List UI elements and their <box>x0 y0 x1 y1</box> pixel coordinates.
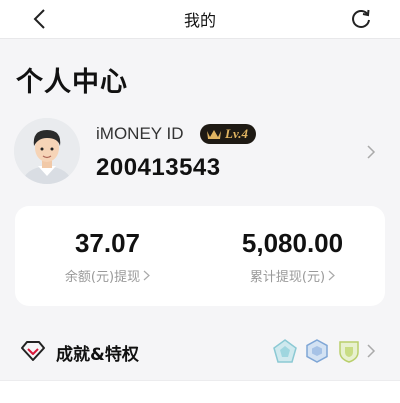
page-title: 个人中心 <box>16 67 128 98</box>
refresh-icon[interactable] <box>350 7 372 29</box>
achievements-row[interactable]: 成就&特权 <box>0 328 400 372</box>
level-badge: Lv.4 <box>200 124 256 144</box>
crown-icon <box>207 130 221 139</box>
achievements-label: 成就&特权 <box>56 345 139 365</box>
total-withdrawn-label-row[interactable]: 累计提现(元) <box>200 266 385 285</box>
chevron-right-icon <box>367 145 376 159</box>
profile-row[interactable]: iMONEY ID Lv.4 200413543 <box>0 118 400 194</box>
medal-list <box>272 338 362 364</box>
chevron-right-icon <box>328 270 335 281</box>
top-navigation-bar: 我的 <box>0 0 400 39</box>
nav-title: 我的 <box>183 11 216 30</box>
green-shield-medal-icon <box>339 341 359 363</box>
total-withdrawn-label: 累计提现(元) <box>249 270 326 285</box>
id-label: iMONEY ID <box>96 124 184 143</box>
total-withdrawn-stat[interactable]: 5,080.00 累计提现(元) <box>200 206 385 306</box>
chevron-right-icon <box>143 270 150 281</box>
diamond-heart-icon <box>21 341 45 361</box>
chevron-right-icon <box>367 344 376 358</box>
avatar-illustration <box>14 118 80 184</box>
id-value: 200413543 <box>96 154 221 181</box>
balance-stat[interactable]: 37.07 余额(元)提现 <box>15 206 200 306</box>
blue-hexagon-medal-icon <box>306 339 328 363</box>
total-withdrawn-value: 5,080.00 <box>241 228 344 258</box>
balance-label: 余额(元)提现 <box>64 270 141 285</box>
balance-value: 37.07 <box>74 228 141 258</box>
level-text: Lv.4 <box>225 126 248 141</box>
balance-label-row[interactable]: 余额(元)提现 <box>15 266 200 285</box>
next-section-edge <box>0 380 400 403</box>
stats-card: 37.07 余额(元)提现 5,080.00 累计提现(元) <box>15 206 385 306</box>
avatar[interactable] <box>14 118 80 184</box>
teal-pentagon-medal-icon <box>273 339 297 363</box>
